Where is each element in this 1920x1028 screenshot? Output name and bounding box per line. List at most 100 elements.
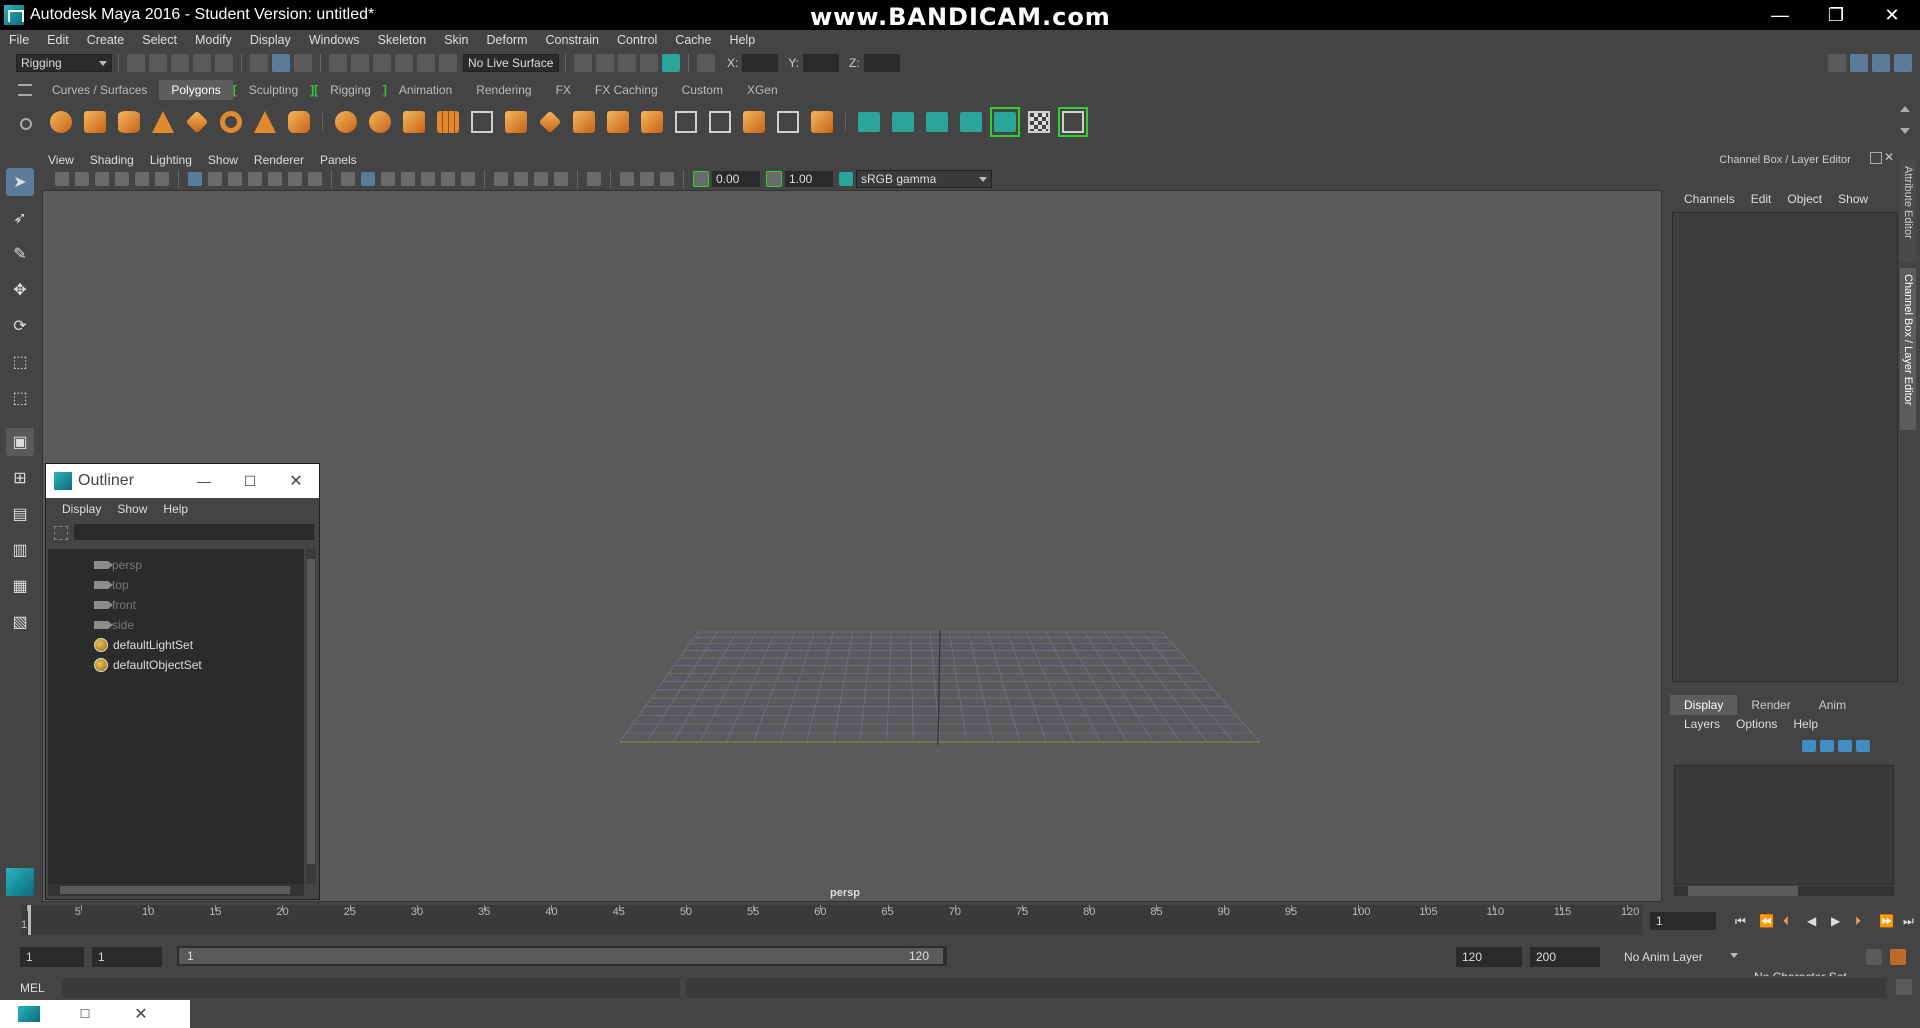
tab-channel-box-layer-editor[interactable]: Channel Box / Layer Editor [1900,268,1916,430]
target-weld-button[interactable] [807,107,837,137]
menu-deform[interactable]: Deform [478,33,537,47]
cb-menu-show[interactable]: Show [1830,192,1876,206]
field-chart-icon[interactable] [268,172,282,186]
shadows-icon[interactable] [461,172,475,186]
snap-curve-icon[interactable] [351,54,369,72]
uv-editor-button[interactable] [990,107,1020,137]
tab-attribute-editor[interactable]: Attribute Editor [1900,160,1916,262]
menu-create[interactable]: Create [78,33,134,47]
smooth-shade-icon[interactable] [361,172,375,186]
go-to-end-icon[interactable]: ⏭ [1903,914,1917,928]
start-time-field[interactable]: 1 [20,947,84,967]
film-gate-icon[interactable] [208,172,222,186]
menu-constrain[interactable]: Constrain [537,33,609,47]
tab-custom[interactable]: Custom [670,80,735,100]
float-panel-icon[interactable] [1870,152,1882,164]
ipr-render-icon[interactable] [596,54,614,72]
step-back-key-icon[interactable]: ⏴ [1783,914,1797,928]
safe-action-icon[interactable] [288,172,302,186]
anim-layer-dropdown[interactable]: No Anim Layer [1620,947,1742,967]
new-layer-selected-icon[interactable] [1856,740,1870,752]
outliner-hscroll-thumb[interactable] [60,886,290,894]
filter-icon[interactable] [54,526,68,540]
open-scene-icon[interactable] [149,54,167,72]
list-item[interactable]: persp [48,555,304,575]
anti-aliasing-icon[interactable] [534,172,548,186]
poly-cone-button[interactable] [148,107,178,137]
list-item[interactable]: defaultObjectSet [48,655,304,675]
new-empty-layer-icon[interactable] [1838,740,1852,752]
poly-cylinder-button[interactable] [114,107,144,137]
snap-live-icon[interactable] [439,54,457,72]
new-scene-icon[interactable] [127,54,145,72]
hud-icon[interactable] [660,172,674,186]
tab-rigging[interactable]: Rigging [318,80,383,100]
safe-title-icon[interactable] [308,172,322,186]
insert-edge-loop-button[interactable] [705,107,735,137]
play-forwards-icon[interactable]: ▶ [1831,914,1845,928]
step-forward-key-icon[interactable]: ⏵ [1855,914,1869,928]
tab-xgen[interactable]: XGen [735,80,790,100]
close-button[interactable]: ✕ [1864,0,1920,30]
use-all-lights-icon[interactable] [441,172,455,186]
bridge-button[interactable] [603,107,633,137]
transform-mode-icon[interactable] [697,54,715,72]
motion-blur-icon[interactable] [514,172,528,186]
snap-view-icon[interactable] [395,54,413,72]
2d-pan-zoom-icon[interactable] [135,172,149,186]
step-forward-frame-icon[interactable]: ⏩ [1879,914,1894,928]
mirror-button[interactable] [399,107,429,137]
hypershade-icon[interactable] [640,54,658,72]
last-tool-icon[interactable]: ⬚ [6,384,34,412]
render-view-icon[interactable] [662,54,680,72]
menu-file[interactable]: File [0,33,38,47]
exposure-icon[interactable] [693,171,709,187]
single-perspective-layout-icon[interactable]: ▣ [6,428,34,456]
xray-active-icon[interactable] [640,172,654,186]
snap-surface-icon[interactable] [417,54,435,72]
multi-cut-button[interactable] [535,107,565,137]
xray-icon[interactable] [401,172,415,186]
merge-button[interactable] [773,107,803,137]
snap-grid-icon[interactable] [329,54,347,72]
cylindrical-uv-button[interactable] [888,107,918,137]
spherical-uv-button[interactable] [922,107,952,137]
four-view-layout-icon[interactable]: ⊞ [6,464,34,492]
image-plane-icon[interactable] [115,172,129,186]
minimize-button[interactable]: — [181,473,227,489]
exposure-field[interactable]: 0.00 [712,171,760,187]
tab-anim[interactable]: Anim [1805,695,1860,715]
list-item[interactable]: front [48,595,304,615]
offset-edge-loop-button[interactable] [739,107,769,137]
append-polygon-button[interactable] [671,107,701,137]
maximize-button[interactable]: ☐ [227,473,273,490]
poly-sphere-button[interactable] [46,107,76,137]
lasso-tool-icon[interactable]: ➶ [6,204,34,232]
separate-button[interactable] [365,107,395,137]
menu-cache[interactable]: Cache [666,33,720,47]
tab-display[interactable]: Display [1670,695,1738,715]
script-editor-icon[interactable] [1896,979,1912,995]
select-component-icon[interactable] [294,54,312,72]
end-time-field[interactable]: 200 [1530,947,1600,967]
gamma-icon[interactable] [766,171,782,187]
step-back-frame-icon[interactable]: ⏪ [1759,914,1774,928]
depth-of-field-icon[interactable] [554,172,568,186]
menu-help[interactable]: Help [720,33,764,47]
gamma-field[interactable]: 1.00 [785,171,833,187]
tab-fx-caching[interactable]: FX Caching [583,80,670,100]
fill-hole-button[interactable] [637,107,667,137]
panel-menu-view[interactable]: View [40,153,82,167]
live-surface-field[interactable]: No Live Surface [463,54,559,72]
minimized-window-bar[interactable]: ☐ ✕ [0,1000,190,1028]
sign-in-icon[interactable] [1828,54,1846,72]
move-tool-icon[interactable]: ✥ [6,276,34,304]
auto-uv-button[interactable] [956,107,986,137]
render-frame-icon[interactable] [574,54,592,72]
wireframe-on-shaded-icon[interactable] [381,172,395,186]
list-item[interactable]: side [48,615,304,635]
persp-outliner-layout-icon[interactable]: ▤ [6,500,34,528]
panel-menu-lighting[interactable]: Lighting [142,153,200,167]
persp-hypershade-layout-icon[interactable]: ▦ [6,572,34,600]
reduce-button[interactable] [467,107,497,137]
